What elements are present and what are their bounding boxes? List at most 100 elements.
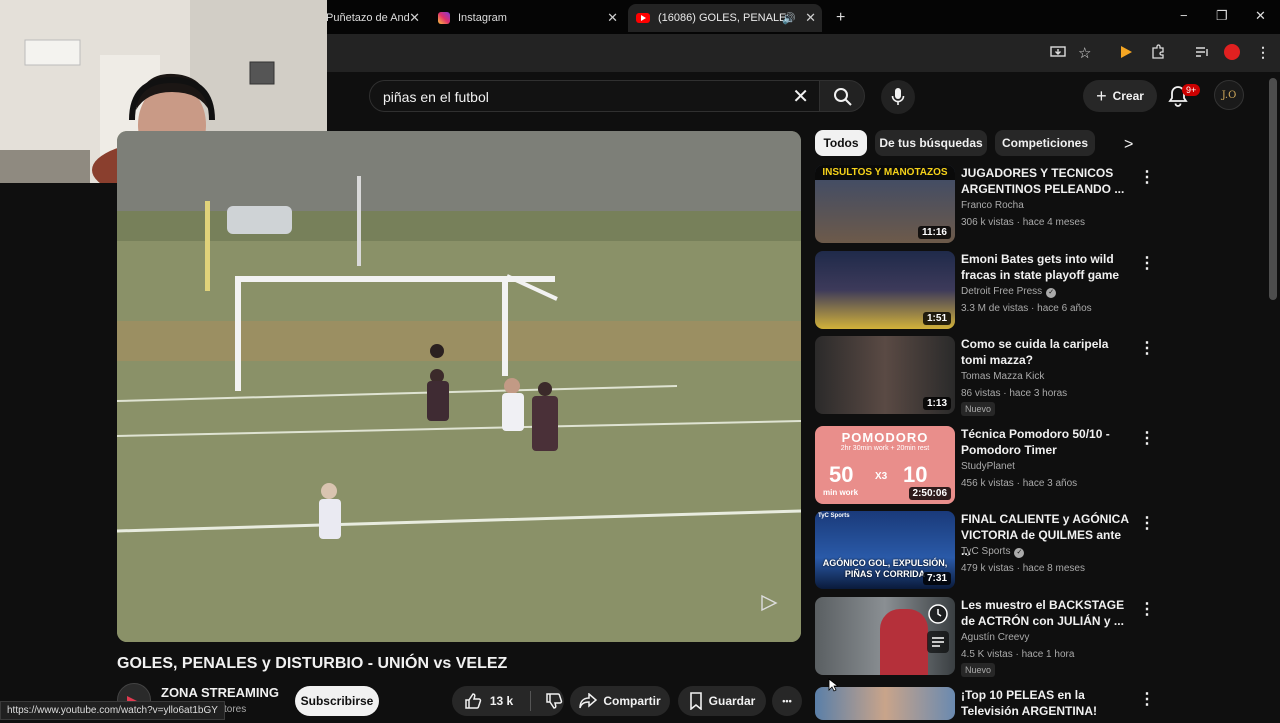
page-scrollbar[interactable] — [1269, 78, 1277, 300]
close-tab-icon[interactable]: ✕ — [805, 10, 816, 26]
recommendation-title[interactable]: Emoni Bates gets into wild fracas in sta… — [961, 251, 1131, 283]
chip-todos[interactable]: Todos — [815, 130, 867, 156]
video-thumbnail[interactable]: INSULTOS Y MANOTAZOS 11:16 — [815, 165, 955, 243]
video-thumbnail[interactable]: 1:13 — [815, 336, 955, 414]
subscribe-button[interactable]: Subscribirse — [295, 686, 379, 716]
video-thumbnail[interactable] — [815, 597, 955, 675]
browser-menu-icon[interactable]: ⋮ — [1256, 44, 1270, 61]
recommendation-channel[interactable]: Tomas Mazza Kick — [961, 371, 1044, 382]
add-to-queue-icon[interactable] — [927, 631, 949, 653]
more-actions-button[interactable]: ••• — [772, 686, 802, 716]
recommendation-item[interactable]: 1:51 Emoni Bates gets into wild fracas i… — [815, 251, 1155, 331]
new-tab-button[interactable]: + — [828, 4, 852, 32]
status-bar-url: https://www.youtube.com/watch?v=yllo6at1… — [0, 701, 225, 720]
video-title: GOLES, PENALES y DISTURBIO - UNIÓN vs VE… — [117, 655, 508, 672]
install-app-icon[interactable] — [1050, 44, 1066, 60]
recommendation-title[interactable]: JUGADORES Y TECNICOS ARGENTINOS PELEANDO… — [961, 165, 1131, 197]
recommendation-item[interactable]: ¡Top 10 PELEAS en la Televisión ARGENTIN… — [815, 687, 1155, 720]
bookmark-star-icon[interactable]: ☆ — [1078, 44, 1091, 62]
like-dislike-group: 13 k — [452, 686, 564, 716]
more-options-icon[interactable]: ⋮ — [1139, 167, 1155, 187]
recommendation-meta: 306 k vistas · hace 4 meses — [961, 217, 1085, 228]
video-duration: 2:50:06 — [908, 487, 951, 500]
like-button[interactable]: 13 k — [454, 692, 524, 710]
recommendation-channel[interactable]: Franco Rocha — [961, 200, 1024, 211]
notification-badge: 9+ — [1182, 84, 1201, 96]
more-options-icon[interactable]: ⋮ — [1139, 599, 1155, 619]
thumbnail-caption: INSULTOS Y MANOTAZOS — [815, 165, 955, 180]
chevron-right-icon[interactable]: > — [1124, 136, 1133, 154]
more-options-icon[interactable]: ⋮ — [1139, 689, 1155, 709]
search-query[interactable]: piñas en el futbol — [383, 89, 489, 105]
tab-youtube[interactable]: (16086) GOLES, PENALES y 🔊 ✕ — [628, 4, 822, 32]
more-options-icon[interactable]: ⋮ — [1139, 428, 1155, 448]
thumbs-down-icon[interactable] — [545, 692, 563, 710]
close-tab-icon[interactable]: ✕ — [409, 10, 420, 26]
recommendation-title[interactable]: Técnica Pomodoro 50/10 - Pomodoro Timer — [961, 426, 1131, 458]
recommendation-channel[interactable]: StudyPlanet — [961, 461, 1015, 472]
verified-check-icon: ✓ — [1046, 288, 1057, 298]
new-badge: Nuevo — [961, 663, 996, 677]
tab-label: (16086) GOLES, PENALES y — [658, 12, 788, 24]
recommendation-channel[interactable]: Detroit Free Press ✓ — [961, 286, 1057, 298]
save-button[interactable]: Guardar — [678, 686, 766, 716]
video-duration: 1:13 — [922, 397, 951, 410]
recommendation-item[interactable]: TyC Sports AGÓNICO GOL, EXPULSIÓN, PIÑAS… — [815, 511, 1155, 591]
channel-name-text: TyC Sports — [961, 546, 1011, 557]
video-thumbnail[interactable]: TyC Sports AGÓNICO GOL, EXPULSIÓN, PIÑAS… — [815, 511, 955, 589]
video-duration: 11:16 — [917, 226, 951, 239]
maximize-icon[interactable]: ❐ — [1216, 8, 1228, 24]
extension-play-icon[interactable] — [1118, 44, 1134, 60]
recommendation-item[interactable]: INSULTOS Y MANOTAZOS 11:16 JUGADORES Y T… — [815, 165, 1155, 245]
clear-search-icon[interactable]: ✕ — [792, 84, 809, 109]
tyc-logo: TyC Sports — [818, 513, 850, 519]
close-window-icon[interactable]: ✕ — [1255, 8, 1266, 24]
account-avatar[interactable]: J.O — [1214, 80, 1244, 110]
watch-later-clock-icon[interactable] — [927, 603, 949, 625]
share-label: Compartir — [603, 694, 661, 708]
recommendation-item[interactable]: 1:13 Como se cuida la caripela tomi mazz… — [815, 336, 1155, 416]
tab-label: Puñetazo de And — [326, 12, 410, 24]
recommendation-meta: 86 vistas · hace 3 horas — [961, 388, 1068, 399]
create-button[interactable]: + Crear — [1083, 80, 1157, 112]
recommendation-channel[interactable]: Agustín Creevy — [961, 632, 1029, 643]
extensions-puzzle-icon[interactable] — [1150, 44, 1166, 60]
recommendation-item[interactable]: Les muestro el BACKSTAGE de ACTRÓN con J… — [815, 597, 1155, 677]
more-options-icon[interactable]: ⋮ — [1139, 253, 1155, 273]
chip-de-tus-busquedas[interactable]: De tus búsquedas — [875, 130, 987, 156]
video-thumbnail[interactable]: POMODORO 2hr 30min work + 20min rest 50 … — [815, 426, 955, 504]
tab-punetazo[interactable]: Puñetazo de And ✕ — [318, 4, 426, 32]
microphone-icon — [891, 88, 905, 105]
close-tab-icon[interactable]: ✕ — [607, 10, 618, 26]
tab-instagram[interactable]: Instagram ✕ — [430, 4, 624, 32]
thumbnail-work-caption: min work — [823, 488, 859, 497]
channel-name[interactable]: ZONA STREAMING — [161, 685, 279, 700]
share-button[interactable]: Compartir — [570, 686, 670, 716]
chip-competiciones[interactable]: Competiciones — [995, 130, 1095, 156]
minimize-icon[interactable]: − — [1180, 8, 1188, 23]
voice-search-button[interactable] — [881, 80, 915, 114]
video-player[interactable] — [117, 131, 801, 642]
recommendation-title[interactable]: Les muestro el BACKSTAGE de ACTRÓN con J… — [961, 597, 1131, 629]
search-button[interactable] — [819, 80, 865, 112]
video-thumbnail[interactable]: 1:51 — [815, 251, 955, 329]
profile-icon[interactable] — [1224, 44, 1240, 60]
speaker-icon[interactable]: 🔊 — [782, 12, 796, 25]
recommendation-title[interactable]: ¡Top 10 PELEAS en la Televisión ARGENTIN… — [961, 687, 1131, 719]
search-input[interactable]: piñas en el futbol ✕ — [369, 80, 820, 112]
recommendation-item[interactable]: POMODORO 2hr 30min work + 20min rest 50 … — [815, 426, 1155, 506]
new-badge: Nuevo — [961, 402, 996, 416]
plus-icon: + — [1096, 85, 1107, 106]
thumbnail-rest-minutes: 10 — [903, 462, 928, 487]
save-label: Guardar — [708, 694, 756, 708]
recommendation-title[interactable]: Como se cuida la caripela tomi mazza? — [961, 336, 1131, 368]
thumbnail-work-minutes: 50 — [829, 462, 854, 487]
youtube-icon — [636, 13, 650, 23]
recommendation-channel[interactable]: TyC Sports ✓ — [961, 546, 1025, 558]
media-control-icon[interactable] — [1194, 44, 1210, 60]
more-options-icon[interactable]: ⋮ — [1139, 338, 1155, 358]
like-count: 13 k — [489, 694, 514, 708]
thumbs-up-icon — [465, 693, 482, 709]
thumbnail-subtitle: 2hr 30min work + 20min rest — [840, 445, 930, 452]
more-options-icon[interactable]: ⋮ — [1139, 513, 1155, 533]
